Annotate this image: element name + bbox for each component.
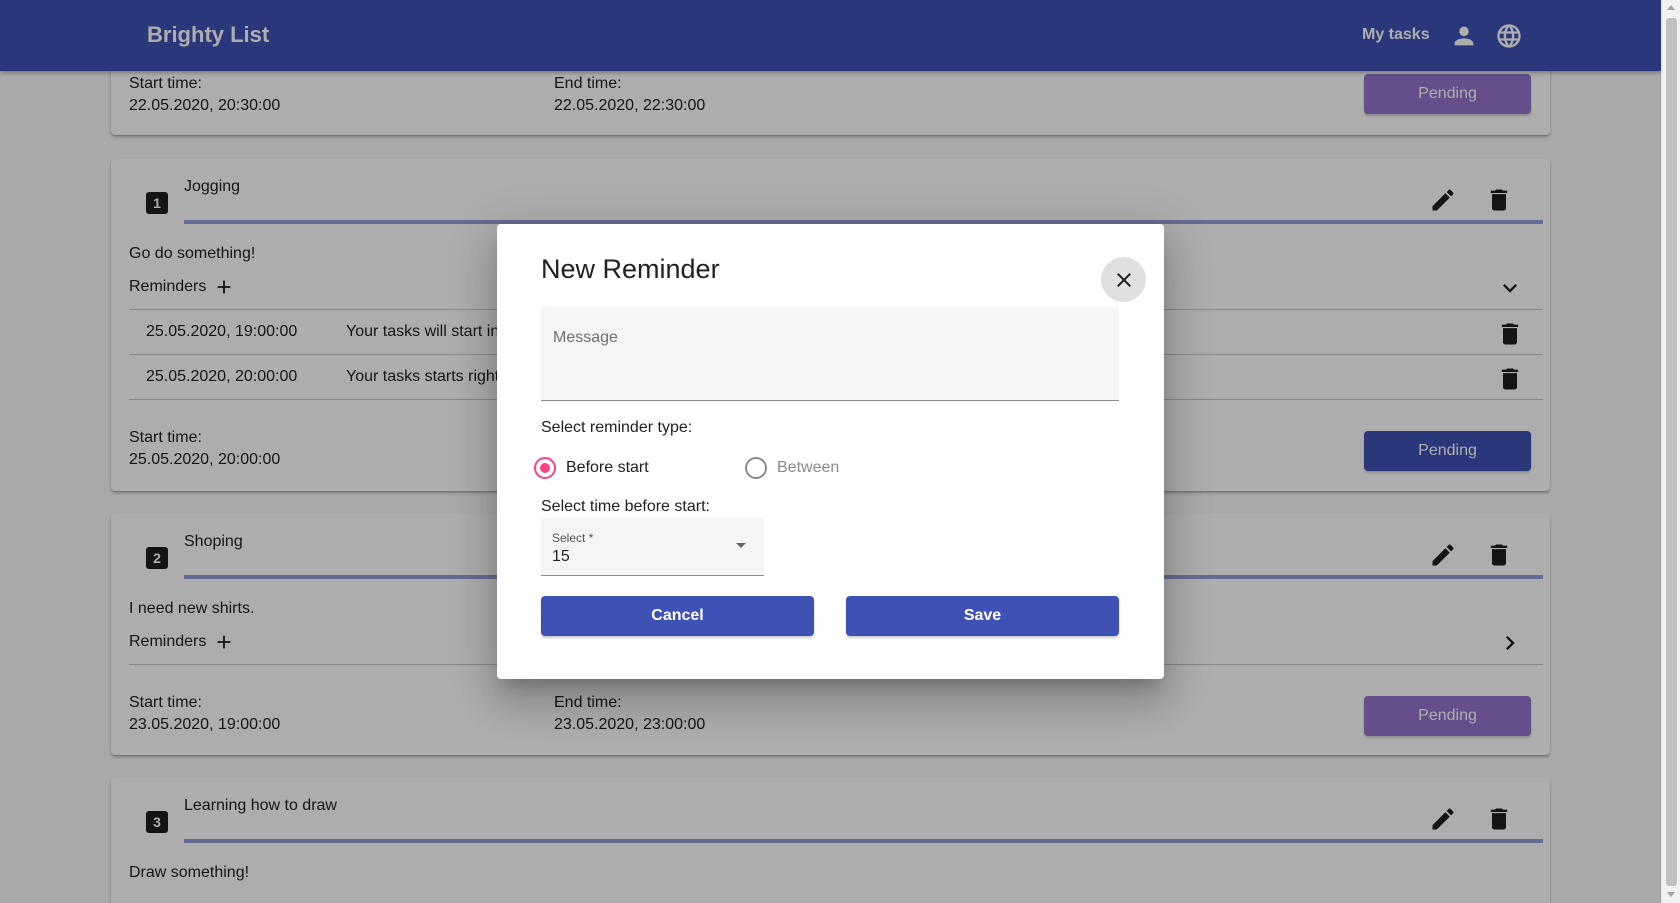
dialog-title: New Reminder [541, 254, 720, 284]
select-label: Select * [552, 531, 594, 545]
radio-before-start-label[interactable]: Before start [566, 459, 649, 477]
scroll-up-arrow-icon[interactable] [1667, 5, 1675, 10]
save-button[interactable]: Save [846, 596, 1119, 636]
radio-before-start[interactable] [534, 457, 556, 479]
radio-between-label[interactable]: Between [777, 459, 839, 477]
time-before-select[interactable]: Select * 15 [541, 518, 764, 576]
message-placeholder: Message [553, 329, 618, 346]
select-value: 15 [552, 548, 570, 565]
scrollbar-thumb[interactable] [1666, 18, 1677, 886]
close-icon [1116, 272, 1131, 287]
cancel-button[interactable]: Cancel [541, 596, 814, 636]
radio-between[interactable] [745, 457, 767, 479]
scroll-down-arrow-icon[interactable] [1667, 892, 1675, 897]
dropdown-arrow-icon [736, 543, 746, 548]
message-input[interactable]: Message [541, 307, 1119, 401]
vertical-scrollbar[interactable] [1661, 0, 1680, 903]
close-dialog-button[interactable] [1101, 257, 1146, 302]
page-viewport: Brighty List My tasks Start time: 22.05.… [0, 0, 1661, 903]
time-before-start-label: Select time before start: [541, 498, 710, 515]
reminder-type-label: Select reminder type: [541, 419, 693, 436]
new-reminder-dialog: New Reminder Message Select reminder typ… [497, 224, 1164, 679]
